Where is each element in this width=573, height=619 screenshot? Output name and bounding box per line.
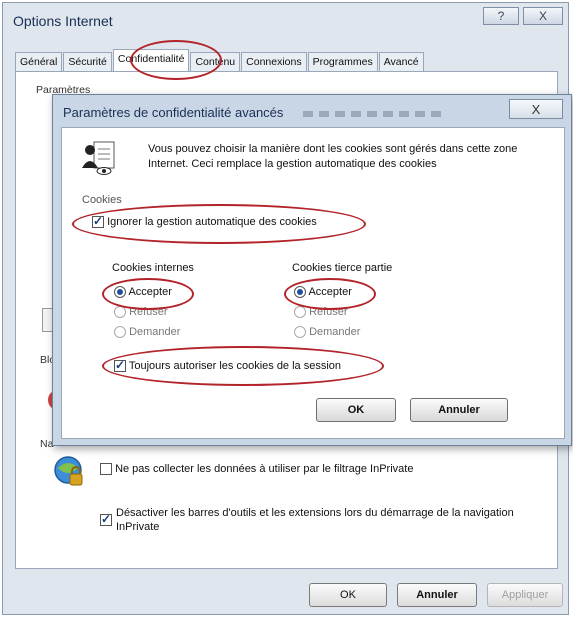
apply-button[interactable]: Appliquer xyxy=(487,583,563,607)
close-icon: X xyxy=(531,101,541,117)
override-row[interactable]: Ignorer la gestion automatique des cooki… xyxy=(92,214,317,229)
session-cookies-label: Toujours autoriser les cookies de la ses… xyxy=(128,360,342,372)
dialog-title: Paramètres de confidentialité avancés xyxy=(63,105,284,120)
no-collect-checkbox[interactable] xyxy=(100,463,112,476)
radio-icon[interactable] xyxy=(114,326,126,339)
first-party-refuse-label: Refuser xyxy=(129,306,168,318)
cancel-button[interactable]: Annuler xyxy=(397,583,477,607)
disable-toolbars-label: Désactiver les barres d'outils et les ex… xyxy=(116,507,514,533)
third-party-refuse[interactable]: Refuser xyxy=(294,306,348,319)
third-party-refuse-label: Refuser xyxy=(309,306,348,318)
tab-connections[interactable]: Connexions xyxy=(241,52,307,71)
dialog-cancel-label: Annuler xyxy=(438,404,480,416)
third-party-accept-label: Accepter xyxy=(308,286,352,298)
inprivate-icon xyxy=(54,456,83,486)
no-collect-row[interactable]: Ne pas collecter les données à utiliser … xyxy=(100,462,413,476)
dialog-ok-button[interactable]: OK xyxy=(316,398,396,422)
help-button[interactable]: ? xyxy=(483,7,519,25)
no-collect-label: Ne pas collecter les données à utiliser … xyxy=(115,463,414,475)
third-party-ask-label: Demander xyxy=(309,326,361,338)
tab-content[interactable]: Contenu xyxy=(190,52,241,71)
radio-icon[interactable] xyxy=(114,306,126,319)
session-cookies-checkbox[interactable] xyxy=(114,358,126,373)
first-party-accept-label: Accepter xyxy=(128,286,172,298)
advanced-privacy-dialog: Paramètres de confidentialité avancés X … xyxy=(52,94,572,446)
session-cookies-row[interactable]: Toujours autoriser les cookies de la ses… xyxy=(114,358,342,373)
cancel-label: Annuler xyxy=(416,589,458,601)
privacy-person-icon xyxy=(82,141,115,175)
close-button[interactable]: X xyxy=(523,7,563,25)
override-label: Ignorer la gestion automatique des cooki… xyxy=(107,216,317,228)
disable-toolbars-row[interactable]: Désactiver les barres d'outils et les ex… xyxy=(100,506,520,534)
radio-icon[interactable] xyxy=(294,326,306,339)
disable-toolbars-checkbox[interactable] xyxy=(100,512,112,526)
radio-icon[interactable] xyxy=(114,286,126,299)
tab-privacy[interactable]: Confidentialité xyxy=(112,49,190,71)
dialog-close-button[interactable]: X xyxy=(509,99,563,119)
tab-advanced[interactable]: Avancé xyxy=(378,52,424,71)
window-title: Options Internet xyxy=(13,13,113,29)
dialog-body: Vous pouvez choisir la manière dont les … xyxy=(61,127,565,439)
radio-icon[interactable] xyxy=(294,286,306,299)
first-party-title: Cookies internes xyxy=(112,262,194,274)
title-scribble xyxy=(303,111,443,117)
first-party-accept[interactable]: Accepter xyxy=(114,286,172,299)
tab-programs[interactable]: Programmes xyxy=(307,52,378,71)
cookies-group-label: Cookies xyxy=(82,194,122,206)
override-checkbox[interactable] xyxy=(92,214,104,229)
radio-icon[interactable] xyxy=(294,306,306,319)
help-icon: ? xyxy=(497,9,505,23)
tab-general[interactable]: Général xyxy=(15,52,63,71)
first-party-ask[interactable]: Demander xyxy=(114,326,181,339)
close-icon: X xyxy=(538,9,547,23)
ok-button[interactable]: OK xyxy=(309,583,387,607)
tab-security[interactable]: Sécurité xyxy=(63,52,112,71)
dialog-cancel-button[interactable]: Annuler xyxy=(410,398,508,422)
dialog-ok-label: OK xyxy=(347,404,365,416)
first-party-refuse[interactable]: Refuser xyxy=(114,306,168,319)
tab-strip: Général Sécurité Confidentialité Contenu… xyxy=(15,49,425,71)
third-party-accept[interactable]: Accepter xyxy=(294,286,352,299)
third-party-title: Cookies tierce partie xyxy=(292,262,393,274)
first-party-ask-label: Demander xyxy=(129,326,181,338)
dialog-description: Vous pouvez choisir la manière dont les … xyxy=(148,143,518,170)
apply-label: Appliquer xyxy=(501,589,549,601)
ok-label: OK xyxy=(340,589,356,601)
third-party-ask[interactable]: Demander xyxy=(294,326,361,339)
